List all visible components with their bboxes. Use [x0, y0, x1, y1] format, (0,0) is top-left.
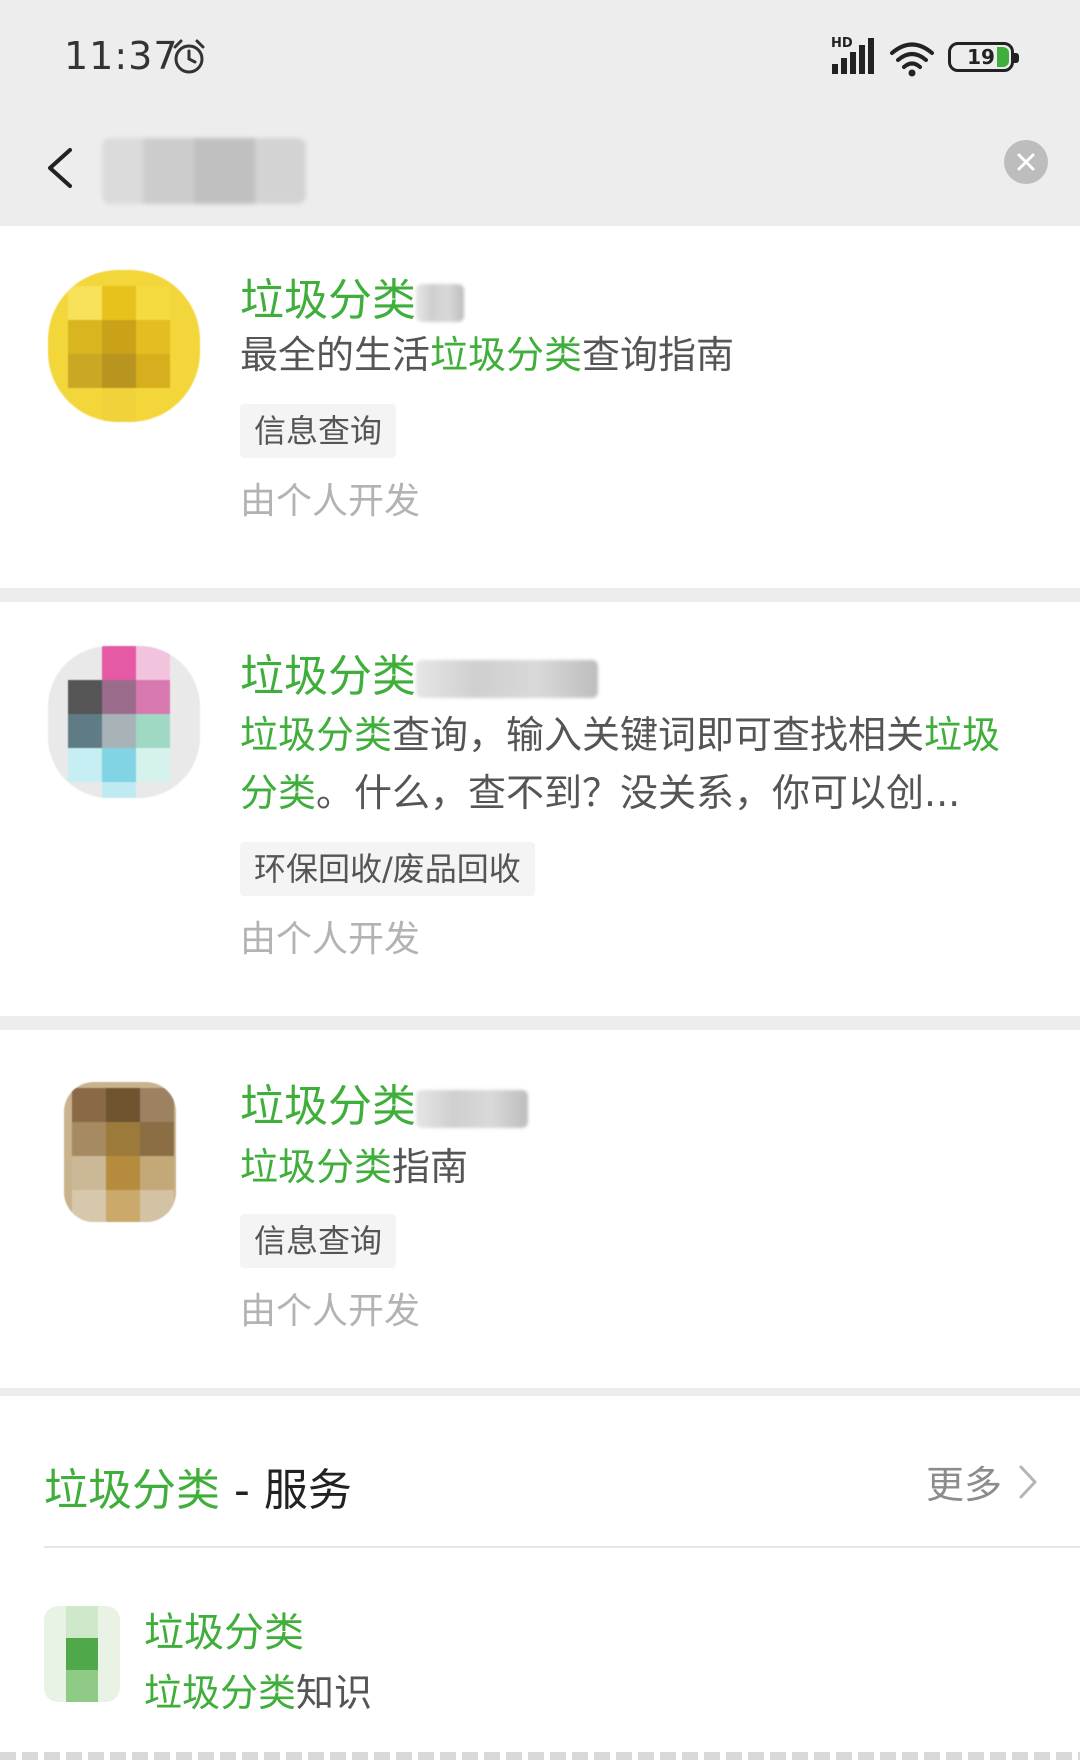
result-description: 最全的生活垃圾分类查询指南	[240, 333, 735, 377]
divider	[0, 1752, 1080, 1760]
signal-icon	[832, 38, 874, 74]
mini-program-avatar	[48, 646, 200, 798]
result-card[interactable]: 垃圾分类 最全的生活垃圾分类查询指南 信息查询 由个人开发	[0, 226, 1080, 588]
status-bar: 11:37 HD 19	[0, 0, 1080, 112]
result-title: 垃圾分类	[240, 1070, 528, 1134]
service-name: 垃圾分类	[144, 1610, 304, 1656]
service-description: 垃圾分类知识	[144, 1671, 373, 1715]
category-tag: 信息查询	[240, 1214, 397, 1268]
developer-label: 由个人开发	[240, 919, 421, 960]
result-title: 垃圾分类	[240, 640, 598, 704]
search-header	[0, 112, 1080, 224]
result-title: 垃圾分类	[240, 264, 464, 328]
close-icon	[1017, 153, 1035, 171]
service-item[interactable]: 垃圾分类 垃圾分类知识	[0, 1548, 1080, 1748]
result-description: 垃圾分类指南	[240, 1145, 469, 1189]
status-time: 11:37	[64, 34, 179, 78]
battery-level: 19	[967, 45, 995, 69]
mini-program-avatar	[48, 270, 200, 422]
chevron-right-icon	[1019, 1465, 1037, 1498]
back-button[interactable]	[30, 136, 90, 200]
services-section-title: 垃圾分类 - 服务	[44, 1465, 352, 1516]
more-services-link[interactable]: 更多	[926, 1454, 1038, 1509]
clear-search-button[interactable]	[1004, 140, 1048, 184]
result-card[interactable]: 垃圾分类 垃圾分类查询，输入关键词即可查找相关垃圾分类。什么，查不到？没关系，你…	[0, 602, 1080, 1016]
developer-label: 由个人开发	[240, 1291, 421, 1332]
category-tag: 信息查询	[240, 404, 397, 458]
search-input[interactable]	[102, 138, 306, 204]
category-tag: 环保回收/废品回收	[240, 842, 535, 896]
mini-program-avatar	[64, 1082, 176, 1222]
service-icon	[44, 1606, 120, 1702]
result-description: 垃圾分类查询，输入关键词即可查找相关垃圾分类。什么，查不到？没关系，你可以创..…	[240, 713, 1001, 815]
developer-label: 由个人开发	[240, 481, 421, 522]
result-card[interactable]: 垃圾分类 垃圾分类指南 信息查询 由个人开发	[0, 1030, 1080, 1388]
services-section: 垃圾分类 - 服务 更多 垃圾分类 垃圾分类知识	[0, 1396, 1080, 1760]
alarm-clock-icon	[173, 39, 205, 74]
battery-icon: 19	[948, 42, 1019, 72]
wifi-icon	[890, 42, 934, 77]
